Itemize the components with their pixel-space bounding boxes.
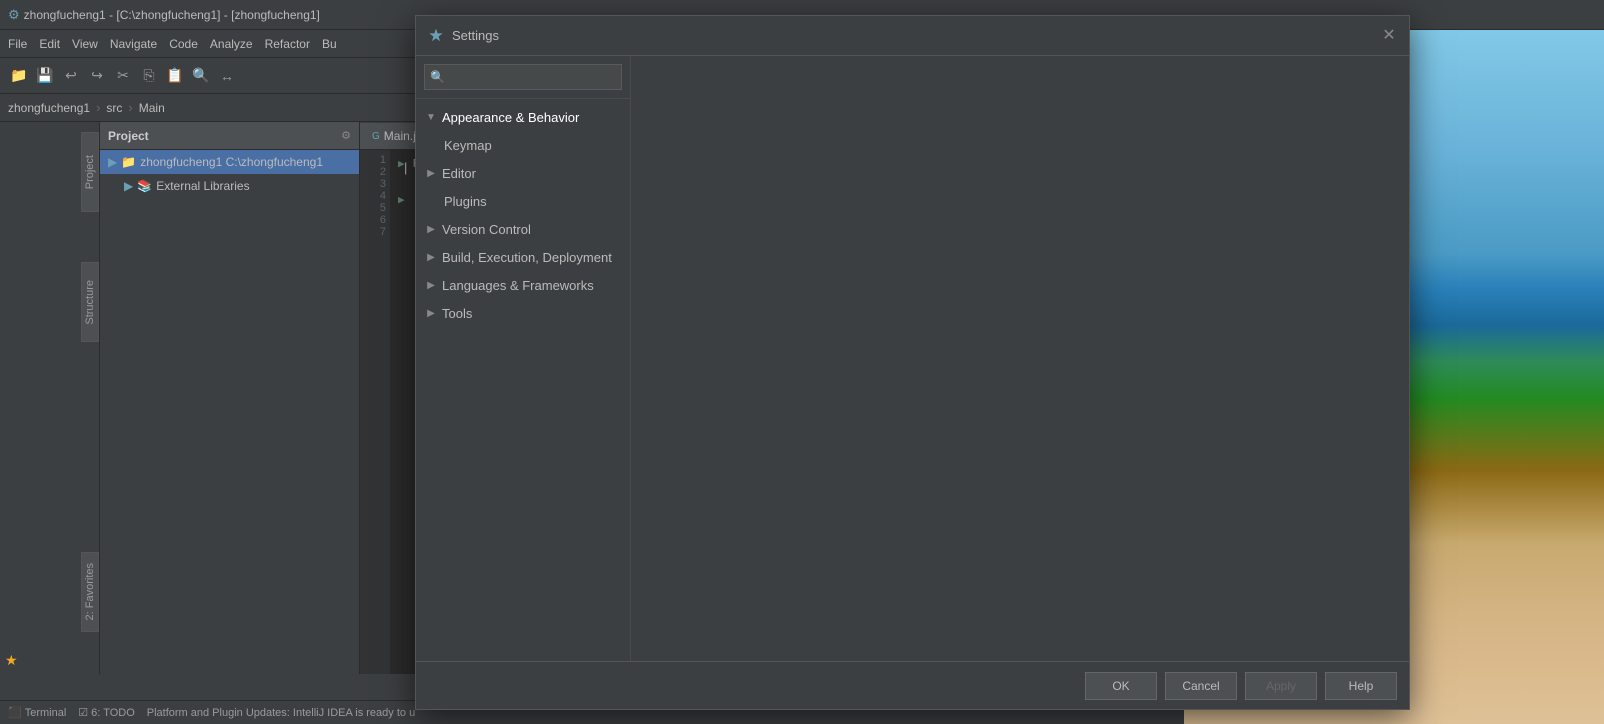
terminal-tab[interactable]: ⬛Terminal [8,706,66,719]
menu-analyze[interactable]: Analyze [210,37,253,51]
expand-arrow-build [424,250,438,264]
cancel-button[interactable]: Cancel [1165,672,1237,700]
menu-view[interactable]: View [72,37,98,51]
search-container: 🔍 [416,56,630,99]
project-gear[interactable]: ⚙ [341,129,351,142]
expand-arrow-vcs [424,222,438,236]
project-label: Project [108,129,149,143]
toolbar-paste[interactable]: 📋 [164,65,186,87]
line-5: 5 [360,202,386,214]
dialog-body: 🔍 Appearance & Behavior Keymap Ed [416,56,1409,661]
ok-button[interactable]: OK [1085,672,1157,700]
tree-label-editor: Editor [442,166,476,181]
line-3: 3 [360,178,386,190]
project-item-libraries[interactable]: ▶ 📚 External Libraries [100,174,359,198]
ide-title: zhongfucheng1 - [C:\zhongfucheng1] - [zh… [24,8,320,22]
tree-item-editor[interactable]: Editor [416,159,630,187]
dialog-titlebar: Settings ✕ [416,16,1409,56]
side-tab-favorites[interactable]: 2: Favorites [81,552,99,632]
favorites-star: ★ [5,652,18,669]
menu-bu[interactable]: Bu [322,37,337,51]
dialog-title-text: Settings [452,28,1381,43]
ide-side-tabs: Project Structure 2: Favorites ★ [0,122,100,674]
project-root-label: zhongfucheng1 C:\zhongfucheng1 [140,155,323,169]
toolbar-cut[interactable]: ✂ [112,65,134,87]
project-libraries-label: External Libraries [156,179,249,193]
menu-code[interactable]: Code [169,37,198,51]
toolbar-open[interactable]: 📁 [8,65,30,87]
line-numbers: 1 2 3 4 5 6 7 [360,150,390,674]
toolbar-find[interactable]: 🔍 [190,65,212,87]
settings-search-input[interactable] [424,64,622,90]
settings-icon [429,29,443,43]
tree-item-languages[interactable]: Languages & Frameworks [416,271,630,299]
todo-tab[interactable]: ☑6: TODO [78,706,134,719]
tree-label-tools: Tools [442,306,472,321]
dialog-footer: OK Cancel Apply Help [416,661,1409,709]
toolbar-undo[interactable]: ↩ [60,65,82,87]
toolbar-replace[interactable]: ↔ [216,65,238,87]
breadcrumb-main[interactable]: Main [139,101,165,115]
settings-dialog: Settings ✕ 🔍 Appearance & Behavior [415,15,1410,710]
tree-item-build[interactable]: Build, Execution, Deployment [416,243,630,271]
toolbar-save[interactable]: 💾 [34,65,56,87]
line-7: 7 [360,226,386,238]
settings-tree: 🔍 Appearance & Behavior Keymap Ed [416,56,631,661]
settings-tree-items: Appearance & Behavior Keymap Editor Plug… [416,99,630,661]
breadcrumb-project[interactable]: zhongfucheng1 [8,101,90,115]
toolbar-copy[interactable]: ⎘ [138,65,160,87]
tree-label-plugins: Plugins [444,194,487,209]
line-6: 6 [360,214,386,226]
side-tab-structure[interactable]: Structure [81,262,99,342]
tree-item-keymap[interactable]: Keymap [416,131,630,159]
close-button[interactable]: ✕ [1381,28,1397,44]
breadcrumb-src[interactable]: src [106,101,122,115]
tree-item-appearance[interactable]: Appearance & Behavior [416,103,630,131]
tree-label-build: Build, Execution, Deployment [442,250,612,265]
expand-arrow-editor [424,166,438,180]
project-header: Project ⚙ [100,122,359,150]
menu-refactor[interactable]: Refactor [265,37,310,51]
intellij-icon: ⚙ [8,7,20,23]
cursor: | [404,160,412,174]
status-message: Platform and Plugin Updates: IntelliJ ID… [147,707,415,719]
tree-item-tools[interactable]: Tools [416,299,630,327]
menu-navigate[interactable]: Navigate [110,37,157,51]
tree-label-keymap: Keymap [444,138,492,153]
tree-label-languages: Languages & Frameworks [442,278,594,293]
search-icon: 🔍 [430,70,445,84]
tree-label-appearance: Appearance & Behavior [442,110,579,125]
line-1: 1 [360,154,386,166]
ide-project-panel: Project ⚙ ▶ 📁 zhongfucheng1 C:\zhongfuch… [100,122,360,674]
menu-file[interactable]: File [8,37,27,51]
tree-item-plugins[interactable]: Plugins [416,187,630,215]
dialog-title-icon [428,28,444,44]
line-2: 2 [360,166,386,178]
toolbar-redo[interactable]: ↪ [86,65,108,87]
expand-arrow-tools [424,306,438,320]
tree-label-vcs: Version Control [442,222,531,237]
expand-arrow-appearance [424,110,438,124]
side-tab-project[interactable]: Project [81,132,99,212]
line-4: 4 [360,190,386,202]
apply-button[interactable]: Apply [1245,672,1317,700]
menu-edit[interactable]: Edit [39,37,60,51]
help-button[interactable]: Help [1325,672,1397,700]
settings-content [631,56,1409,661]
expand-arrow-languages [424,278,438,292]
project-item-root[interactable]: ▶ 📁 zhongfucheng1 C:\zhongfucheng1 [100,150,359,174]
tree-item-vcs[interactable]: Version Control [416,215,630,243]
